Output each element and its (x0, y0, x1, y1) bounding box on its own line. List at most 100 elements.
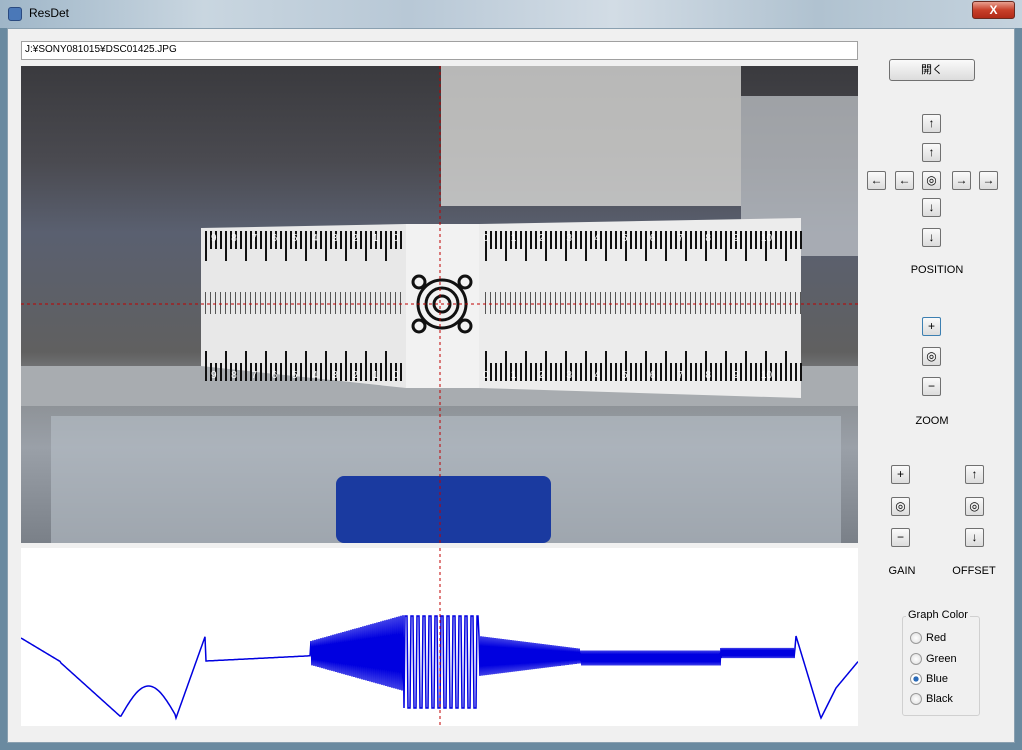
tick (690, 231, 692, 249)
tick (365, 292, 366, 314)
file-path-field[interactable]: J:¥SONY081015¥DSC01425.JPG (21, 41, 858, 60)
open-button[interactable]: 開く (889, 59, 975, 81)
tick (690, 292, 691, 314)
pos-up-fast-button[interactable]: ↑ (922, 114, 941, 133)
tick (610, 292, 611, 314)
offset-reset-button[interactable]: ◎ (965, 497, 984, 516)
tick (220, 363, 222, 381)
tick (580, 292, 581, 314)
tick (630, 292, 631, 314)
tick (520, 292, 521, 314)
tick (245, 231, 247, 261)
tick (560, 292, 561, 314)
offset-up-button[interactable]: ↑ (965, 465, 984, 484)
tick (250, 292, 251, 314)
zoom-out-button[interactable]: − (922, 377, 941, 396)
pos-right-button[interactable]: → (952, 171, 971, 190)
pos-down-fast-button[interactable]: ↓ (922, 228, 941, 247)
tick (585, 292, 586, 314)
tick (535, 363, 537, 381)
tick (780, 363, 782, 381)
tick (735, 292, 736, 314)
chart-number: 4 (594, 370, 600, 381)
tick (495, 363, 497, 381)
tick (785, 351, 787, 381)
chart-number: 9 (211, 233, 217, 244)
tick (565, 292, 566, 314)
pos-down-button[interactable]: ↓ (922, 198, 941, 217)
radio-red[interactable]: Red (910, 632, 946, 644)
tick (665, 231, 667, 261)
pos-right-fast-button[interactable]: → (979, 171, 998, 190)
radio-blue[interactable]: Blue (910, 673, 948, 685)
tick (380, 363, 382, 381)
tick (585, 231, 587, 261)
tick (365, 351, 367, 381)
tick (535, 292, 536, 314)
tick (225, 231, 227, 261)
tick (545, 351, 547, 381)
tick (285, 351, 287, 381)
tick (755, 363, 757, 381)
tick (615, 363, 617, 381)
tick (335, 292, 336, 314)
zoom-in-button[interactable]: + (922, 317, 941, 336)
tick (575, 363, 577, 381)
tick (730, 292, 731, 314)
gain-plus-button[interactable]: + (891, 465, 910, 484)
chart-number: 10 (761, 370, 773, 381)
tick (660, 231, 662, 249)
tick (745, 292, 746, 314)
radio-circle-selected[interactable] (910, 673, 922, 685)
zoom-label: ZOOM (915, 415, 949, 427)
offset-down-button[interactable]: ↓ (965, 528, 984, 547)
tick (390, 292, 391, 314)
zoom-reset-button[interactable]: ◎ (922, 347, 941, 366)
tick (325, 231, 327, 261)
chart-number: 6 (272, 233, 278, 244)
tick (260, 363, 262, 381)
radio-circle[interactable] (910, 653, 922, 665)
tick (320, 292, 321, 314)
tick (720, 292, 721, 314)
tick (400, 363, 402, 381)
tick (260, 292, 261, 314)
tick (760, 292, 761, 314)
tick (685, 231, 687, 261)
chart-number: 9 (211, 370, 217, 381)
radio-green[interactable]: Green (910, 653, 957, 665)
pos-left-fast-button[interactable]: ← (867, 171, 886, 190)
tick (240, 231, 242, 249)
tick (755, 231, 757, 249)
tick (265, 292, 266, 314)
gain-reset-button[interactable]: ◎ (891, 497, 910, 516)
radio-black[interactable]: Black (910, 693, 953, 705)
tick (370, 363, 372, 381)
pos-left-button[interactable]: ← (895, 171, 914, 190)
close-button[interactable]: X (972, 1, 1015, 19)
pos-up-button[interactable]: ↑ (922, 143, 941, 162)
tick (795, 292, 796, 314)
tick (670, 292, 671, 314)
radio-label: Blue (926, 673, 949, 685)
graph-line (21, 615, 858, 721)
tick (280, 231, 282, 249)
tick (605, 231, 607, 261)
radio-circle[interactable] (910, 693, 922, 705)
tick (285, 231, 287, 261)
tick (300, 363, 302, 381)
tick (390, 231, 392, 249)
tick (345, 292, 346, 314)
tick (770, 292, 771, 314)
tick (505, 231, 507, 261)
tick (380, 231, 382, 249)
tick (285, 292, 286, 314)
tick (260, 231, 262, 249)
pos-center-button[interactable]: ◎ (922, 171, 941, 190)
chart-number: 0 (483, 370, 489, 381)
gain-minus-button[interactable]: − (891, 528, 910, 547)
tick (680, 292, 681, 314)
radio-circle[interactable] (910, 632, 922, 644)
image-view[interactable]: 99887766554433221100 0011223344556677889… (21, 66, 858, 543)
offset-label: OFFSET (952, 565, 996, 577)
